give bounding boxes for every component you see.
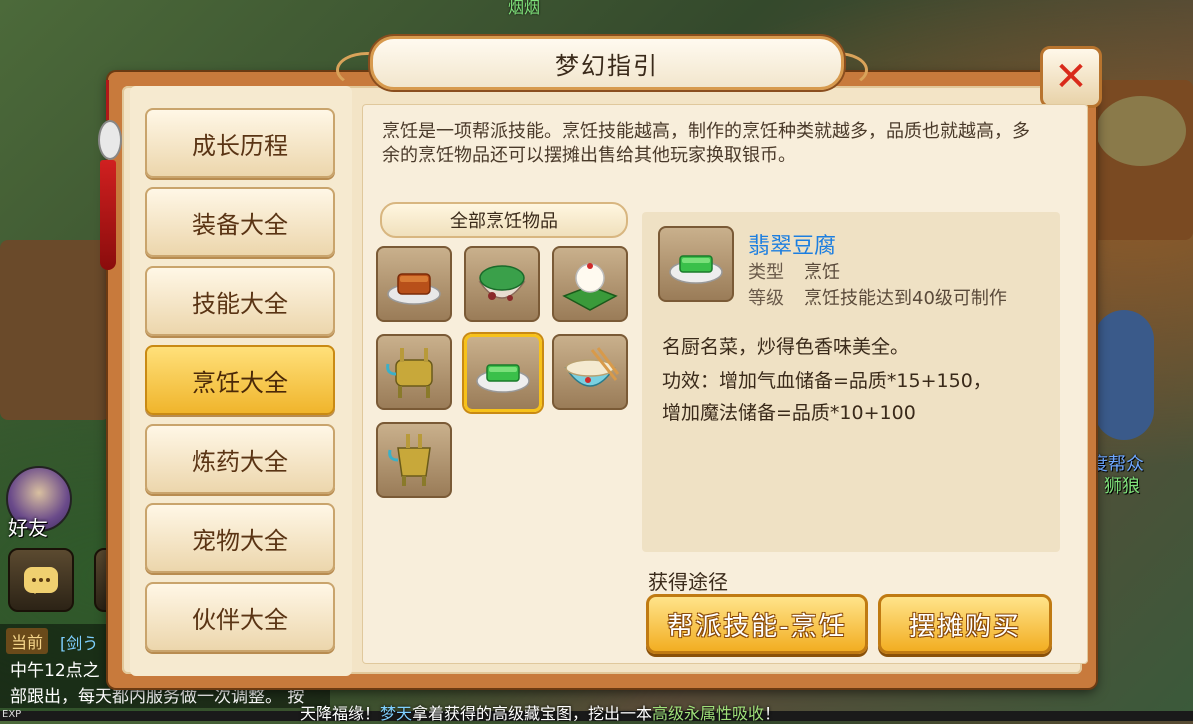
item-slot-green-tofu[interactable] — [464, 334, 542, 412]
item-slot-bronze-tripod[interactable] — [376, 334, 452, 410]
green-tofu-dish-icon — [476, 364, 530, 393]
bronze-wine-vessel-icon — [388, 434, 431, 486]
nav-pets[interactable]: 宠物大全 — [145, 503, 335, 573]
nav-equipment[interactable]: 装备大全 — [145, 187, 335, 257]
stall-buy-button[interactable]: 摆摊购买 — [878, 594, 1052, 654]
ticker-mid: 拿着获得的高级藏宝图，挖出一本 — [412, 704, 653, 723]
chat-channel: [剑う — [60, 634, 99, 653]
detail-type-value: 烹饪 — [804, 262, 840, 283]
chat-button[interactable] — [8, 548, 74, 612]
nav-alchemy[interactable]: 炼药大全 — [145, 424, 335, 494]
close-x-icon: ✕ — [1054, 54, 1088, 100]
chat-line: 中午12点之 — [10, 661, 100, 681]
close-button[interactable]: ✕ — [1040, 46, 1102, 108]
system-ticker: 天降福缘！梦天拿着获得的高级藏宝图，挖出一本高级永属性吸收！ — [300, 700, 780, 724]
green-tofu-dish-icon — [669, 255, 723, 284]
bronze-tripod-cauldron-icon — [386, 348, 433, 398]
friend-label: 好友 — [8, 516, 48, 540]
item-slot-noodle-bowl[interactable] — [552, 334, 628, 410]
detail-level-value: 烹饪技能达到40级可制作 — [804, 288, 1007, 309]
dialog-title: 梦幻指引 — [555, 51, 659, 80]
detail-type-key: 类型 — [748, 262, 784, 283]
ticker-prefix: 天降福缘！ — [300, 704, 381, 723]
content-panel: 烹饪是一项帮派技能。烹饪技能越高，制作的烹饪种类就越多，品质也就越高，多余的烹饪… — [362, 104, 1088, 664]
detail-level-row: 等级 烹饪技能达到40级可制作 — [748, 284, 1007, 310]
scene-player-name: 烟烟 — [508, 0, 541, 17]
nav-skills[interactable]: 技能大全 — [145, 266, 335, 336]
lotus-leaf-rice-icon — [562, 263, 618, 311]
detail-effect-mp: 增加魔法储备=品质*10+100 — [662, 402, 916, 424]
obtain-label: 获得途径 — [648, 570, 728, 594]
ticker-end: ！ — [764, 704, 781, 723]
ticker-player[interactable]: 梦天 — [380, 704, 412, 723]
noodle-bowl-chopsticks-icon — [564, 347, 620, 387]
nav-partners[interactable]: 伙伴大全 — [145, 582, 335, 652]
item-slot-bronze-vessel[interactable] — [376, 422, 452, 498]
item-slot-lotus-rice[interactable] — [552, 246, 628, 322]
cooking-description: 烹饪是一项帮派技能。烹饪技能越高，制作的烹饪种类就越多，品质也就越高，多余的烹饪… — [382, 121, 1030, 166]
detail-item-icon — [658, 226, 734, 302]
tassel-ornament — [98, 80, 122, 270]
item-detail-panel: 翡翠豆腐 类型 烹饪 等级 烹饪技能达到40级可制作 名厨名菜，炒得色香味美全。 功… — [642, 212, 1060, 552]
scene-npc-label: 狮狼 — [1104, 476, 1140, 497]
nav-cooking[interactable]: 烹饪大全 — [145, 345, 335, 415]
ticker-item[interactable]: 高级永属性吸收 — [652, 704, 764, 723]
category-sidebar: 成长历程 装备大全 技能大全 烹饪大全 炼药大全 宠物大全 伙伴大全 — [130, 86, 352, 676]
braised-meat-dish-icon — [387, 273, 441, 305]
dialog-title-plate: 梦幻指引 — [370, 36, 844, 90]
scene-umbrella — [1096, 96, 1186, 166]
nav-growth[interactable]: 成长历程 — [145, 108, 335, 178]
exp-label: EXP — [2, 709, 22, 720]
chat-tab-current[interactable]: 当前 — [6, 628, 49, 654]
detail-level-key: 等级 — [748, 288, 784, 309]
detail-item-name: 翡翠豆腐 — [748, 234, 837, 259]
items-header: 全部烹饪物品 — [380, 202, 628, 238]
guild-cooking-button[interactable]: 帮派技能-烹饪 — [646, 594, 868, 654]
scene-wall — [0, 240, 110, 420]
scene-character — [1094, 310, 1154, 440]
covered-bowl-dish-icon — [478, 265, 526, 301]
item-slot-braised-meat[interactable] — [376, 246, 452, 322]
detail-type-row: 类型 烹饪 — [748, 258, 840, 284]
guide-dialog: 梦幻指引 ✕ 成长历程 装备大全 技能大全 烹饪大全 炼药大全 宠物大全 伙伴大… — [98, 36, 1102, 688]
detail-flavor-text: 名厨名菜，炒得色香味美全。 — [662, 336, 910, 358]
chat-bubble-icon — [24, 567, 58, 594]
detail-effect-hp: 功效：增加气血储备=品质*15+150， — [662, 370, 992, 392]
item-slot-covered-bowl[interactable] — [464, 246, 540, 322]
friend-button[interactable]: 好友 — [0, 462, 84, 546]
